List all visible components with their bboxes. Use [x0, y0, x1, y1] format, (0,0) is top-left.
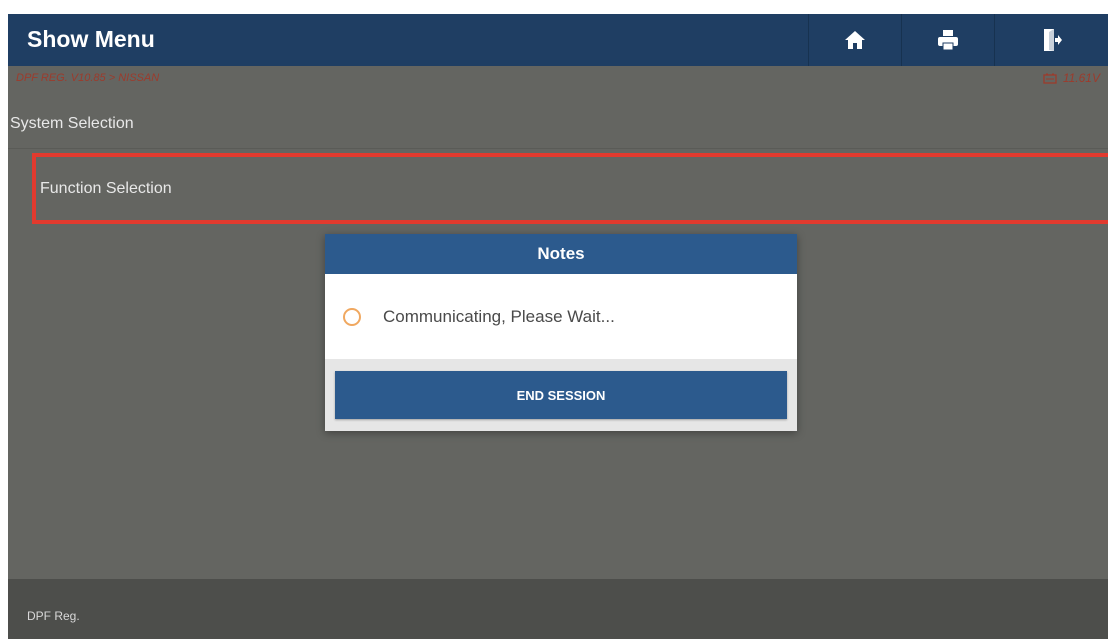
- print-icon: [938, 30, 958, 51]
- exit-button[interactable]: [994, 14, 1108, 66]
- top-bar: Show Menu: [8, 14, 1108, 66]
- home-button[interactable]: [808, 14, 901, 66]
- menu-item-function-selection[interactable]: Function Selection: [32, 153, 1108, 224]
- voltage-value: 11.61V: [1062, 71, 1100, 85]
- dialog-title: Notes: [325, 234, 797, 274]
- battery-icon: [1043, 73, 1057, 84]
- page-title: Show Menu: [27, 26, 155, 52]
- footer-label: DPF Reg.: [27, 609, 80, 623]
- dialog-footer: END SESSION: [325, 359, 797, 431]
- breadcrumb: DPF REG. V10.85 > NISSAN: [16, 72, 160, 84]
- home-icon: [845, 31, 865, 49]
- loading-spinner-icon: [343, 307, 361, 326]
- dialog-message: Communicating, Please Wait...: [383, 306, 615, 326]
- footer-bar: DPF Reg.: [8, 579, 1108, 639]
- divider: [8, 148, 1108, 149]
- app-screen: Show Menu DPF REG. V10.85 > NISSAN 11.61…: [0, 0, 1108, 639]
- end-session-button[interactable]: END SESSION: [335, 371, 787, 419]
- notes-dialog: Notes Communicating, Please Wait... END …: [325, 234, 797, 431]
- print-button[interactable]: [901, 14, 994, 66]
- exit-icon: [1044, 29, 1062, 51]
- dialog-body: Communicating, Please Wait...: [325, 274, 797, 359]
- menu-item-system-selection[interactable]: System Selection: [8, 106, 1108, 142]
- battery-voltage: 11.61V: [1043, 71, 1100, 85]
